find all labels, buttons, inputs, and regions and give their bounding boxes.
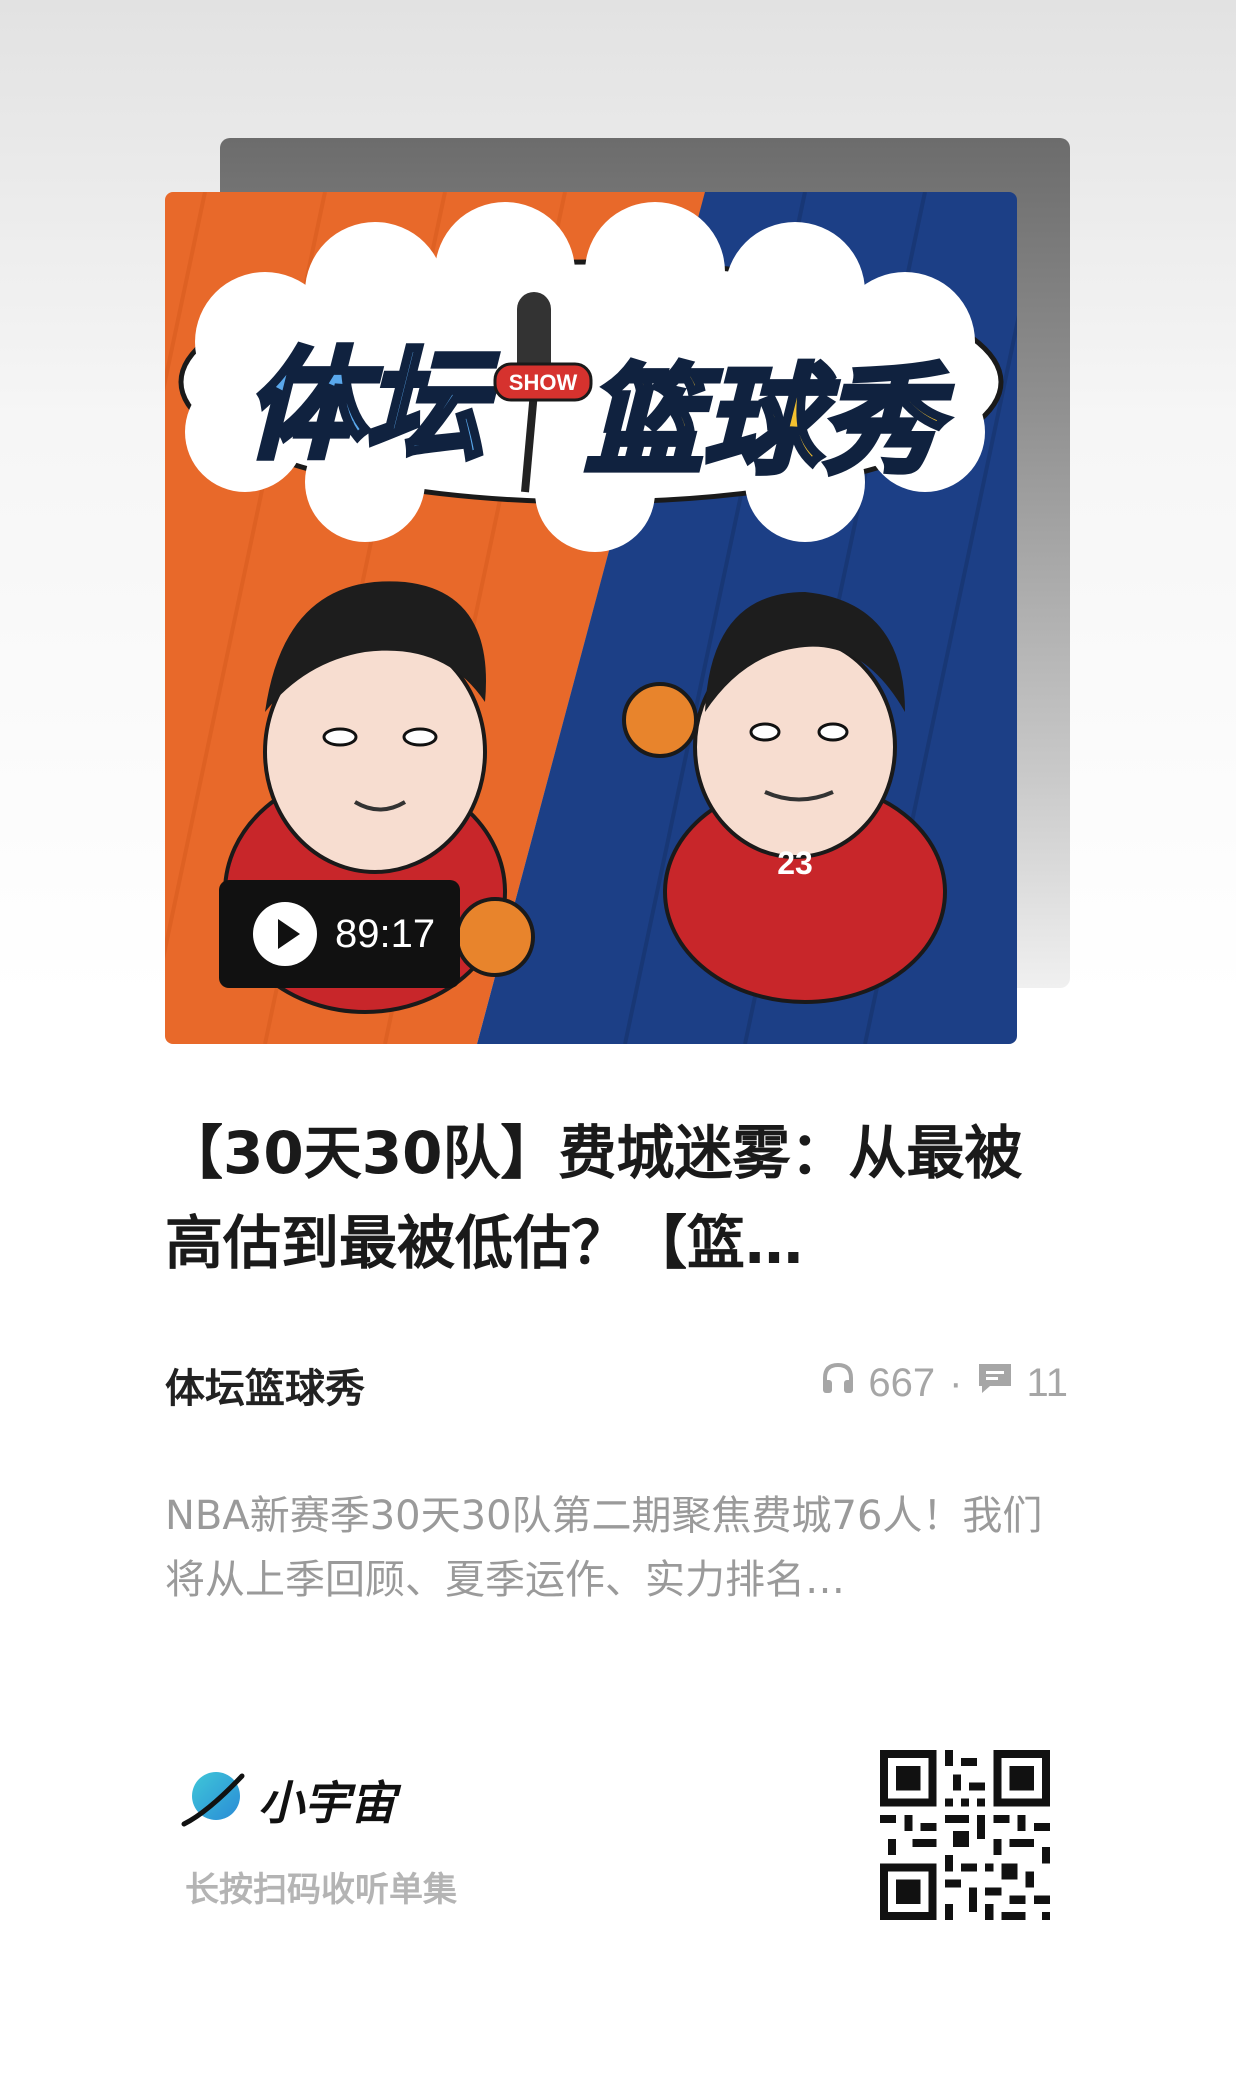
comment-count: 11 bbox=[1026, 1360, 1068, 1405]
channel-name[interactable]: 体坛篮球秀 bbox=[165, 1356, 365, 1414]
cover-title-right: 篮球秀 bbox=[585, 352, 953, 490]
headphones-icon bbox=[820, 1360, 856, 1406]
app-name: 小宇宙 bbox=[258, 1776, 396, 1830]
comment-icon bbox=[976, 1360, 1014, 1406]
duration-label: 89:17 bbox=[335, 911, 436, 956]
mic-show-label: SHOW bbox=[509, 370, 578, 395]
episode-stats: 667 · 11 bbox=[820, 1360, 1068, 1406]
jersey-number: 23 bbox=[777, 845, 813, 881]
separator-dot: · bbox=[949, 1360, 963, 1405]
play-icon[interactable] bbox=[253, 902, 317, 966]
scan-hint: 长按扫码收听单集 bbox=[185, 1870, 457, 1910]
planet-logo-icon bbox=[178, 1762, 250, 1838]
episode-title: 【30天30队】费城迷雾：从最被高估到最被低估？【篮… bbox=[165, 1119, 1023, 1277]
episode-description: NBA新赛季30天30队第二期聚焦费城76人！我们将从上季回顾、夏季运作、实力排… bbox=[165, 1493, 1043, 1603]
play-count: 667 bbox=[868, 1360, 936, 1405]
app-brand: 小宇宙 bbox=[178, 1762, 396, 1838]
cover-title-left: 体坛 bbox=[245, 337, 498, 476]
qr-code[interactable] bbox=[880, 1750, 1050, 1924]
play-duration-button[interactable]: 89:17 bbox=[219, 880, 460, 988]
